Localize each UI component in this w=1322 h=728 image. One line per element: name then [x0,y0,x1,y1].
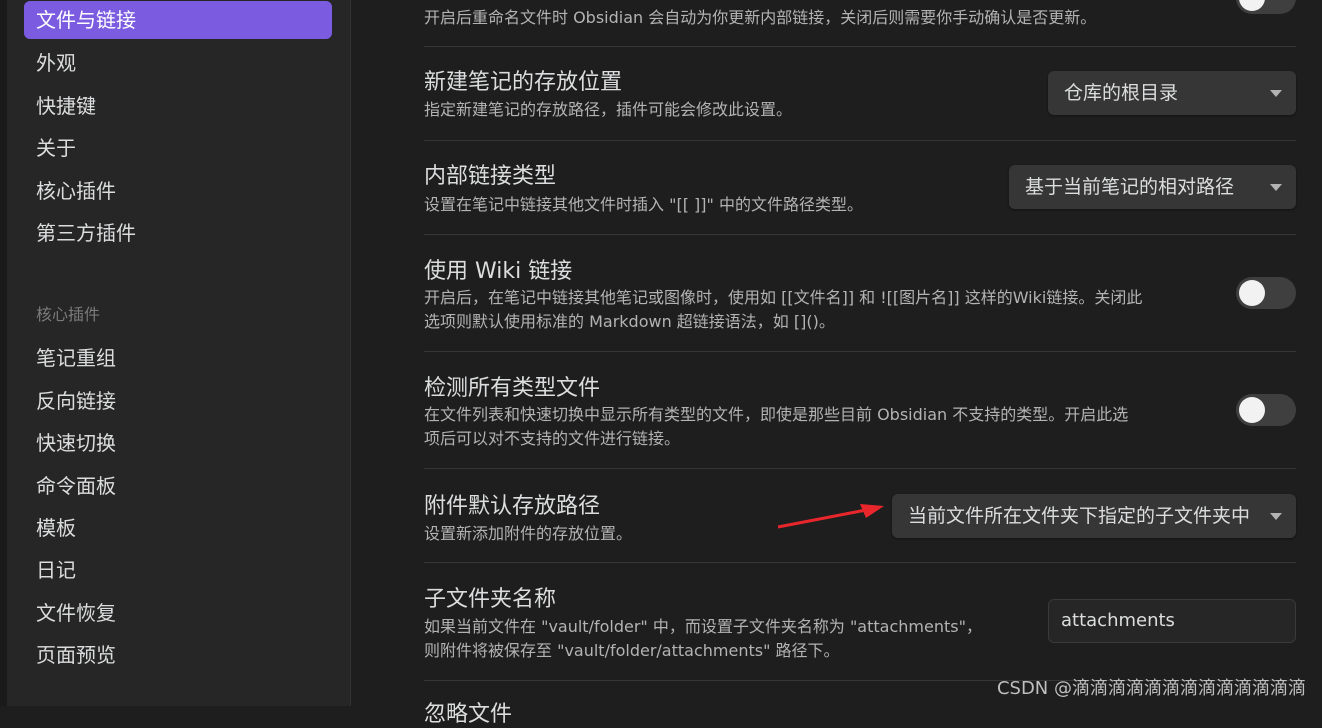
auto-update-links-toggle[interactable] [1236,0,1296,14]
subfolder-name-input[interactable]: attachments [1048,599,1296,643]
detect-all-types-title: 检测所有类型文件 [424,376,601,401]
attachment-location-dropdown[interactable]: 当前文件所在文件夹下指定的子文件夹中 [892,494,1296,538]
new-note-location-dropdown[interactable]: 仓库的根目录 [1048,71,1296,115]
plugins-section-heading: 核心插件 [36,305,101,324]
sidebar-item-templates[interactable]: 模板 [24,509,332,547]
link-type-title: 内部链接类型 [424,164,557,189]
toggle-knob [1239,397,1265,423]
excluded-files-title: 忽略文件 [424,702,513,727]
link-type-dropdown[interactable]: 基于当前笔记的相对路径 [1009,165,1296,209]
toggle-knob [1239,0,1265,11]
sidebar-item-about[interactable]: 关于 [24,129,332,167]
link-type-value: 基于当前笔记的相对路径 [1025,176,1235,198]
sidebar-item-daily-notes[interactable]: 日记 [24,551,332,589]
detect-all-types-description-line1: 在文件列表和快速切换中显示所有类型的文件，即使是那些目前 Obsidian 不支… [424,405,1129,424]
sidebar-item-core-plugins[interactable]: 核心插件 [24,172,332,210]
sidebar-item-file-recovery[interactable]: 文件恢复 [24,594,332,632]
detect-all-types-toggle[interactable] [1236,394,1296,426]
sidebar-item-files-links[interactable]: 文件与链接 [24,1,332,39]
divider [424,562,1296,563]
wiki-links-description-line1: 开启后，在笔记中链接其他笔记或图像时，使用如 [[文件名]] 和 ![[图片名]… [424,288,1143,307]
wiki-links-title: 使用 Wiki 链接 [424,259,573,284]
divider [424,468,1296,469]
settings-sidebar: 文件与链接 外观 快捷键 关于 核心插件 第三方插件 核心插件 笔记重组 反向链… [0,0,351,706]
divider [424,351,1296,352]
chevron-down-icon [1270,184,1282,191]
sidebar-edge [0,0,7,706]
settings-content: 开启后重命名文件时 Obsidian 会自动为你更新内部链接，关闭后则需要你手动… [351,0,1322,727]
attachment-location-value: 当前文件所在文件夹下指定的子文件夹中 [908,505,1251,527]
toggle-knob [1239,280,1265,306]
divider [424,46,1296,47]
sidebar-item-backlinks[interactable]: 反向链接 [24,382,332,420]
auto-update-links-description: 开启后重命名文件时 Obsidian 会自动为你更新内部链接，关闭后则需要你手动… [424,8,1097,27]
subfolder-name-title: 子文件夹名称 [424,587,557,612]
csdn-watermark: CSDN @滴滴滴滴滴滴滴滴滴滴滴滴滴 [996,678,1306,699]
detect-all-types-description-line2: 项后可以对不支持的文件进行链接。 [424,429,681,448]
sidebar-item-appearance[interactable]: 外观 [24,44,332,82]
wiki-links-description-line2: 选项则默认使用标准的 Markdown 超链接语法，如 []()。 [424,312,835,331]
sidebar-item-community-plugins[interactable]: 第三方插件 [24,214,332,252]
sidebar-item-note-composer[interactable]: 笔记重组 [24,339,332,377]
attachment-location-title: 附件默认存放路径 [424,494,601,519]
new-note-location-title: 新建笔记的存放位置 [424,70,623,95]
divider [424,234,1296,235]
sidebar-item-hotkeys[interactable]: 快捷键 [24,87,332,125]
sidebar-item-quick-switcher[interactable]: 快速切换 [24,424,332,462]
divider [424,140,1296,141]
wiki-links-toggle[interactable] [1236,277,1296,309]
sidebar-item-page-preview[interactable]: 页面预览 [24,636,332,674]
new-note-location-value: 仓库的根目录 [1064,82,1179,104]
sidebar-item-command-palette[interactable]: 命令面板 [24,467,332,505]
chevron-down-icon [1270,90,1282,97]
annotation-arrow-icon [777,504,884,529]
chevron-down-icon [1270,513,1282,520]
